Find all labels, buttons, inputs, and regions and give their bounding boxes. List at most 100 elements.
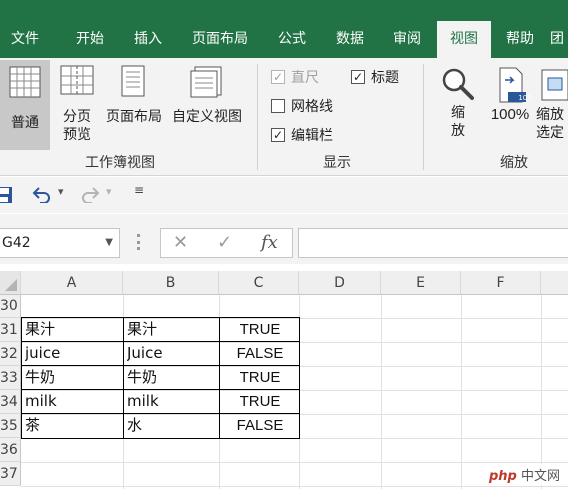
formula-buttons: ✕ ✓ fx xyxy=(160,228,293,258)
headings-label: 标题 xyxy=(371,70,399,86)
name-box-value: G42 xyxy=(2,235,31,251)
formula-bar-checkbox[interactable]: ✓ 编辑栏 xyxy=(271,125,333,145)
row-header-34[interactable]: 34 xyxy=(0,390,21,414)
save-icon[interactable] xyxy=(0,186,14,204)
site-watermark: php 中文网 xyxy=(484,464,564,485)
tab-insert[interactable]: 插入 xyxy=(122,21,174,58)
column-header-b[interactable]: B xyxy=(123,271,219,295)
gridline xyxy=(461,295,462,489)
gridline xyxy=(21,462,568,463)
column-header-f[interactable]: F xyxy=(461,271,541,295)
name-box-dropdown-icon[interactable]: ▼ xyxy=(105,229,113,257)
group-separator xyxy=(423,64,424,170)
column-header-c[interactable]: C xyxy=(219,271,299,295)
table-border xyxy=(21,341,300,342)
worksheet-grid: A B C D E F 30 31 果汁 果汁 TRUE 32 juice Ju… xyxy=(0,271,568,489)
tab-view[interactable]: 视图 xyxy=(437,21,491,58)
formula-bar-grip[interactable] xyxy=(137,234,140,250)
formula-bar-area: G42 ▼ ✕ ✓ fx xyxy=(0,214,568,264)
select-all-corner[interactable] xyxy=(0,271,21,295)
custom-views-button[interactable]: 自定义视图 xyxy=(168,64,246,150)
tab-file[interactable]: 文件 xyxy=(0,21,50,58)
tab-review[interactable]: 审阅 xyxy=(381,21,433,58)
row-header-30[interactable]: 30 xyxy=(0,295,21,318)
enter-icon[interactable]: ✓ xyxy=(217,232,232,253)
row-header-31[interactable]: 31 xyxy=(0,318,21,342)
ruler-checkbox[interactable]: ✓ 直尺 xyxy=(271,67,319,87)
custom-views-label: 自定义视图 xyxy=(172,109,242,125)
page-layout-icon xyxy=(121,65,145,97)
zoom-100-button[interactable]: 100 100% xyxy=(486,66,534,150)
tab-home[interactable]: 开始 xyxy=(64,21,116,58)
custom-views-icon xyxy=(190,66,222,98)
gridline xyxy=(381,295,382,489)
gridlines-label: 网格线 xyxy=(291,99,333,115)
page-layout-label: 页面布局 xyxy=(106,109,162,125)
tab-data[interactable]: 数据 xyxy=(324,21,376,58)
column-header-a[interactable]: A xyxy=(21,271,123,295)
page-break-preview-button[interactable]: 分页 预览 xyxy=(54,64,100,150)
zoom-to-selection-button[interactable]: 缩放 选定 xyxy=(536,66,568,150)
customize-qat-icon[interactable]: ≡ xyxy=(134,183,144,197)
zoom-selection-label-1: 缩放 xyxy=(536,107,564,123)
formula-input[interactable] xyxy=(298,228,568,258)
normal-view-icon xyxy=(9,66,41,98)
row-header-33[interactable]: 33 xyxy=(0,366,21,390)
gridline xyxy=(21,486,568,487)
row-header-32[interactable]: 32 xyxy=(0,342,21,366)
redo-dropdown-icon[interactable]: ▾ xyxy=(106,185,112,198)
zoom-label-2: 放 xyxy=(451,123,465,139)
row-header-37[interactable]: 37 xyxy=(0,462,21,486)
cancel-icon[interactable]: ✕ xyxy=(173,232,188,253)
headings-check-mark: ✓ xyxy=(351,70,365,84)
watermark-site: 中文网 xyxy=(520,469,560,484)
zoom-100-badge: 100 xyxy=(518,94,532,102)
zoom-selection-icon xyxy=(541,69,568,101)
zoom-100-label: 100% xyxy=(490,106,530,123)
magnifier-icon xyxy=(442,68,474,100)
zoom-button[interactable]: 缩 放 xyxy=(436,66,480,150)
formula-bar-check-mark: ✓ xyxy=(271,128,285,142)
quick-access-toolbar: ▾ ▾ ≡ xyxy=(0,177,568,213)
table-border xyxy=(21,365,300,366)
tab-help[interactable]: 帮助 xyxy=(494,21,546,58)
row-header-36[interactable]: 36 xyxy=(0,438,21,462)
tab-page-layout[interactable]: 页面布局 xyxy=(180,21,260,58)
headings-checkbox[interactable]: ✓ 标题 xyxy=(351,67,399,87)
column-header-e[interactable]: E xyxy=(381,271,461,295)
row-header-35[interactable]: 35 xyxy=(0,414,21,438)
ruler-label: 直尺 xyxy=(291,70,319,86)
table-border xyxy=(21,389,300,390)
column-header-d[interactable]: D xyxy=(299,271,381,295)
table-border xyxy=(219,317,220,439)
table-border xyxy=(21,413,300,414)
tab-team[interactable]: 团 xyxy=(550,21,568,58)
undo-dropdown-icon[interactable]: ▾ xyxy=(58,185,64,198)
page-layout-button[interactable]: 页面布局 xyxy=(102,64,166,150)
normal-view-button[interactable]: 普通 xyxy=(0,60,50,150)
select-all-triangle-icon xyxy=(5,279,17,291)
gridlines-check-mark xyxy=(271,99,285,113)
ribbon-view: 普通 分页 预览 页面布局 自定义视图 工作簿视图 ✓ 直尺 ✓ 标题 网格线 … xyxy=(0,58,568,176)
gridline xyxy=(541,295,542,489)
ruler-check-mark: ✓ xyxy=(271,70,285,84)
zoom-group-label: 缩放 xyxy=(500,155,528,171)
formula-bar-label: 编辑栏 xyxy=(291,128,333,144)
table-border xyxy=(123,317,124,439)
page-break-label-1: 分页 xyxy=(63,109,91,125)
insert-function-icon[interactable]: fx xyxy=(261,232,278,253)
table-border xyxy=(21,317,300,439)
show-group-label: 显示 xyxy=(323,155,351,171)
undo-icon[interactable] xyxy=(32,187,52,203)
page-break-label-2: 预览 xyxy=(63,127,91,143)
name-box[interactable]: G42 ▼ xyxy=(0,228,120,258)
watermark-php: php xyxy=(488,469,517,484)
zoom-selection-label-2: 选定 xyxy=(536,125,564,141)
gridlines-checkbox[interactable]: 网格线 xyxy=(271,96,333,116)
workbook-views-group-label: 工作簿视图 xyxy=(85,155,155,171)
column-header-g[interactable] xyxy=(541,271,568,295)
ribbon-tab-bar: 文件 开始 插入 页面布局 公式 数据 审阅 视图 帮助 团 xyxy=(0,0,568,58)
tab-formulas[interactable]: 公式 xyxy=(266,21,318,58)
page-break-preview-icon xyxy=(60,65,94,95)
redo-icon[interactable] xyxy=(80,187,100,203)
